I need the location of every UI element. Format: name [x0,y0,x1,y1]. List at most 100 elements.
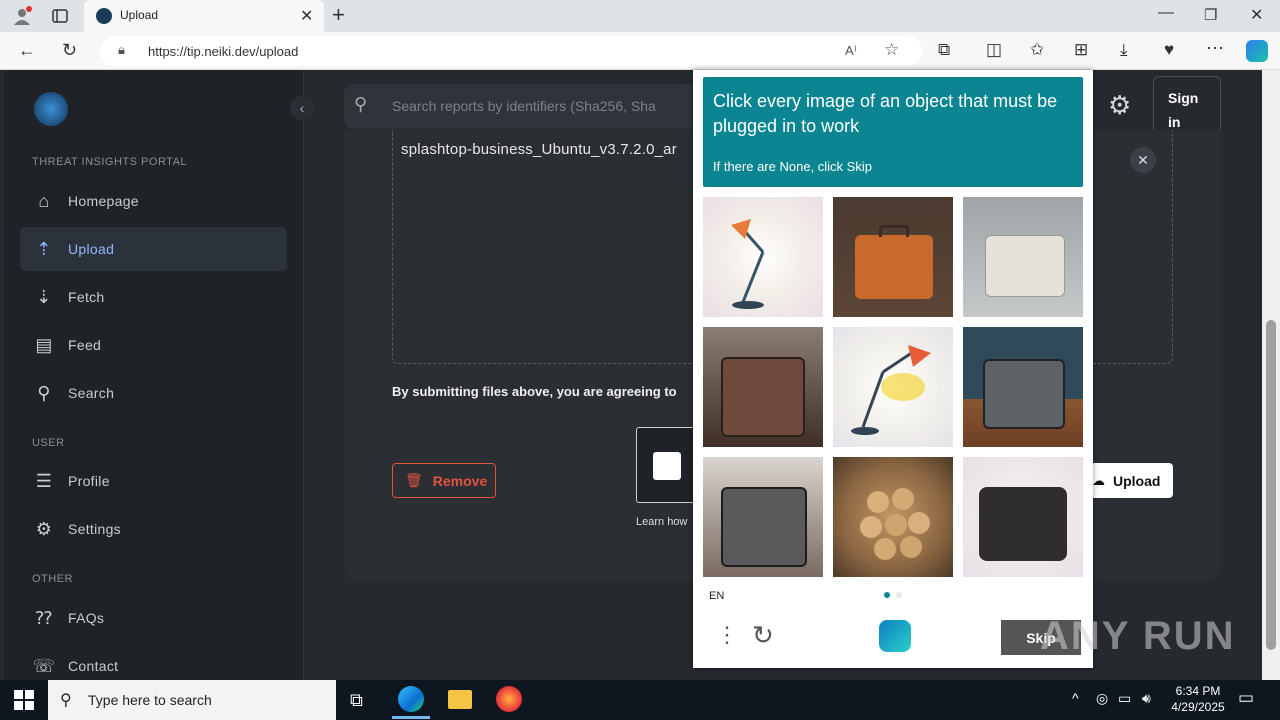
logo-icon[interactable] [34,92,68,126]
profile-avatar-icon[interactable] [10,4,34,28]
desk-lamp-icon [731,219,765,309]
favorite-star-icon[interactable]: ☆ [884,40,899,60]
notifications-icon[interactable]: ▭ [1238,688,1254,708]
tray-app-icon[interactable]: ◎ [1096,690,1108,707]
sidebar-item-upload[interactable]: ⇡ Upload [20,227,287,271]
file-explorer-icon[interactable] [448,690,472,709]
network-icon[interactable]: ▭ [1118,690,1131,707]
captcha-tile-suitcase[interactable] [963,457,1083,577]
taskbar-search-input[interactable]: Type here to search [88,692,212,708]
sidebar-item-search[interactable]: ⚲ Search [20,371,287,415]
sign-in-button[interactable]: Sign in [1153,76,1221,135]
collapse-sidebar-icon[interactable]: ‹ [290,96,314,120]
scrollbar-thumb[interactable] [1266,320,1276,650]
taskbar-search[interactable]: ⚲ Type here to search [48,680,336,720]
new-tab-button[interactable]: + [332,2,345,28]
back-icon[interactable]: ← [18,40,36,61]
captcha-tile-suitcase[interactable] [833,197,953,317]
captcha-tile-desk-lamp[interactable] [833,327,953,447]
performance-icon[interactable]: ♥ [1164,40,1174,60]
upload-button[interactable]: ☁ Upload [1080,463,1173,498]
profile-icon: ☰ [35,470,53,491]
sidebar-item-label: Search [68,385,115,401]
edge-icon[interactable] [398,686,424,712]
tab-upload[interactable]: Upload ✕ [84,0,324,32]
section-user-label: USER [32,437,65,449]
search-icon: ⚲ [37,382,51,403]
captcha-tile-suitcase[interactable] [703,327,823,447]
remove-button[interactable]: 🗑︎ Remove [392,463,496,498]
search-icon: ⚲ [60,692,72,709]
scrollbar[interactable] [1262,70,1280,680]
volume-icon[interactable]: 🔊︎ [1142,690,1151,707]
captcha-prompt: Click every image of an object that must… [713,91,1058,136]
captcha-checkbox[interactable] [653,452,681,480]
windows-start-icon[interactable] [14,690,34,710]
suitcase-icon [721,357,805,437]
suitcase-icon [979,487,1067,561]
captcha-tile-suitcase[interactable] [703,457,823,577]
tray-chevron-icon[interactable]: ^ [1072,690,1079,706]
sidebar-item-settings[interactable]: ⚙ Settings [20,507,287,551]
watermark: ANY RUN [1040,614,1236,658]
task-view-icon[interactable]: ⧉ [350,690,363,711]
desk-lamp-icon [851,345,931,435]
learn-how-text[interactable]: Learn how [636,516,687,528]
copilot-icon[interactable] [1246,40,1268,62]
page-dot-active [884,592,890,598]
url-text[interactable]: https://tip.neiki.dev/upload [148,44,298,59]
upload-icon: ⇡ [36,238,52,259]
settings-gear-icon[interactable]: ⚙ [1108,90,1131,121]
sidebar-item-label: Fetch [68,289,105,305]
download-icon: ⇣ [36,286,52,307]
captcha-checkbox-frame[interactable] [636,427,696,503]
refresh-icon[interactable]: ↻ [62,40,77,61]
refresh-challenge-icon[interactable]: ↻ [752,620,774,651]
sidebar-item-label: Contact [68,658,119,674]
sidebar-item-label: Settings [68,521,121,537]
favorites-icon[interactable]: ✩ [1030,40,1044,60]
read-aloud-icon[interactable]: A⁾ [845,43,857,59]
close-icon[interactable]: ✕ [1130,147,1156,173]
split-screen-icon[interactable]: ◫ [986,40,1002,60]
suitcase-icon [983,359,1065,429]
minimize-icon[interactable]: — [1158,4,1174,22]
report-search-bar[interactable]: ⚲ Search reports by identifiers (Sha256,… [344,84,704,129]
sidebar-item-homepage[interactable]: ⌂ Homepage [20,179,287,223]
section-portal-label: THREAT INSIGHTS PORTAL [32,156,188,168]
sidebar-item-label: Homepage [68,193,139,209]
tab-title: Upload [120,8,159,22]
firefox-icon[interactable] [496,686,522,712]
close-tab-icon[interactable]: ✕ [300,6,313,26]
lock-icon[interactable]: 🔒︎ [118,42,125,58]
address-bar[interactable]: 🔒︎ https://tip.neiki.dev/upload A⁾ ☆ [100,36,922,66]
captcha-tile-suitcase[interactable] [963,197,1083,317]
collections-icon[interactable]: ⊞ [1074,40,1088,60]
sidebar-item-feed[interactable]: ▤ Feed [20,323,287,367]
sidebar-item-label: Upload [68,241,115,257]
upload-label: Upload [1113,472,1161,489]
captcha-tile-nuts-basket[interactable] [833,457,953,577]
search-input[interactable]: Search reports by identifiers (Sha256, S… [392,98,656,114]
captcha-tile-suitcase[interactable] [963,327,1083,447]
language-selector[interactable]: EN [709,590,724,602]
sidebar-item-faqs[interactable]: ⁇ FAQs [20,596,287,640]
downloads-icon[interactable]: ⤓ [1120,40,1128,60]
captcha-tile-desk-lamp[interactable] [703,197,823,317]
close-window-icon[interactable]: ✕ [1250,5,1263,25]
captcha-header: Click every image of an object that must… [703,77,1083,187]
contact-icon: ☏ [32,655,56,676]
clock[interactable]: 6:34 PM 4/29/2025 [1160,683,1236,715]
extensions-icon[interactable]: ⧉ [938,40,950,60]
sidebar-item-profile[interactable]: ☰ Profile [20,459,287,503]
menu-dots-icon[interactable]: ⋮ [716,622,738,648]
file-name: splashtop-business_Ubuntu_v3.7.2.0_ar [401,141,677,158]
search-icon: ⚲ [354,94,368,114]
tab-actions-icon[interactable] [50,6,70,26]
more-menu-icon[interactable]: ⋯ [1206,38,1224,59]
clock-time: 6:34 PM [1175,684,1221,698]
feed-icon: ▤ [35,334,53,355]
restore-icon[interactable]: ❐ [1204,6,1217,24]
sidebar-item-fetch[interactable]: ⇣ Fetch [20,275,287,319]
remove-label: Remove [432,472,488,489]
